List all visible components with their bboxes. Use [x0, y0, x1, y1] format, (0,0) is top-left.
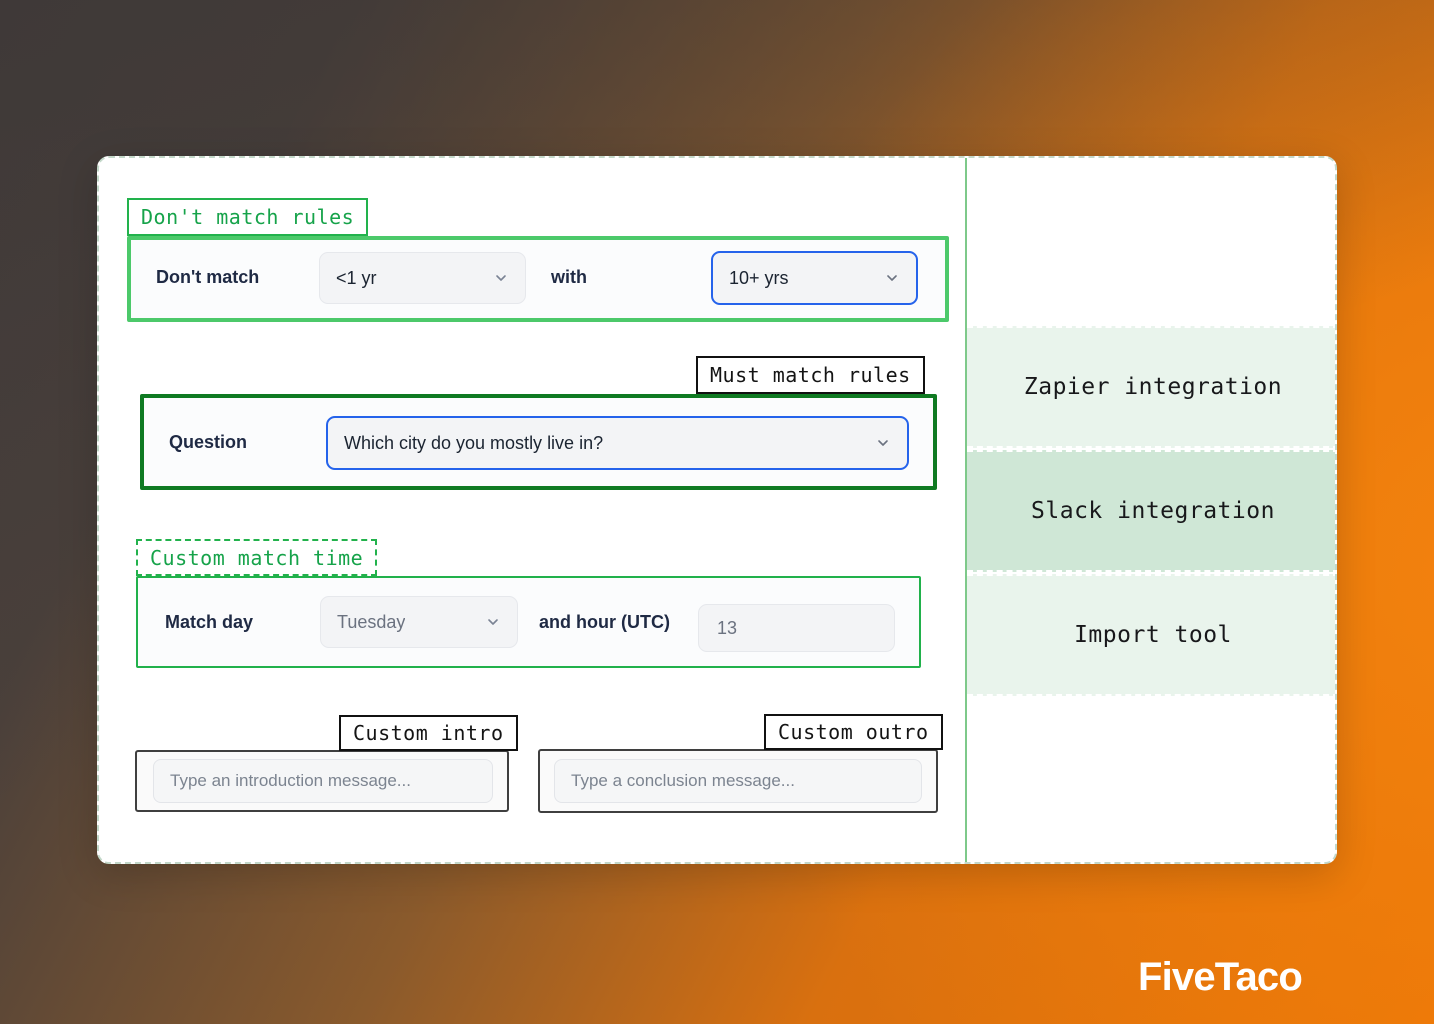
chevron-down-icon: [485, 614, 501, 630]
chevron-down-icon: [493, 270, 509, 286]
settings-card: Don't match rules Don't match <1 yr with…: [97, 156, 1337, 864]
custom-outro-placeholder: Type a conclusion message...: [571, 771, 795, 790]
panel-item-slack-integration[interactable]: Slack integration: [967, 450, 1335, 572]
dont-match-right-select-value: 10+ yrs: [729, 267, 789, 288]
panel-item-zapier-integration[interactable]: Zapier integration: [967, 326, 1335, 448]
card-inner: Don't match rules Don't match <1 yr with…: [99, 158, 1335, 862]
panel-item-label: Import tool: [1074, 622, 1232, 648]
question-select-value: Which city do you mostly live in?: [344, 432, 604, 453]
panel-item-import-tool[interactable]: Import tool: [967, 574, 1335, 696]
match-day-row-label: Match day: [165, 612, 254, 632]
custom-outro-label: Custom outro: [764, 714, 943, 750]
dont-match-rules-label: Don't match rules: [127, 198, 369, 236]
must-match-row-label: Question: [169, 432, 248, 452]
chevron-down-icon: [875, 435, 891, 451]
chevron-down-icon: [884, 270, 900, 286]
dont-match-right-select[interactable]: 10+ yrs: [711, 251, 918, 305]
dont-match-left-select-value: <1 yr: [336, 267, 377, 288]
custom-match-time-label: Custom match time: [136, 539, 378, 576]
custom-intro-label: Custom intro: [339, 715, 518, 751]
dont-match-left-select[interactable]: <1 yr: [319, 252, 526, 304]
hour-input[interactable]: 13: [698, 604, 895, 652]
dont-match-middle-label: with: [551, 267, 587, 287]
match-day-select[interactable]: Tuesday: [320, 596, 518, 648]
panel-item-label: Slack integration: [1031, 498, 1275, 524]
custom-intro-placeholder: Type an introduction message...: [170, 771, 411, 790]
custom-outro-input[interactable]: Type a conclusion message...: [554, 759, 922, 803]
must-match-rules-label: Must match rules: [696, 356, 925, 394]
panel-item-label: Zapier integration: [1023, 374, 1283, 400]
hour-input-value: 13: [717, 617, 738, 638]
question-select[interactable]: Which city do you mostly live in?: [326, 416, 909, 470]
hour-label: and hour (UTC): [539, 612, 670, 632]
custom-intro-input[interactable]: Type an introduction message...: [153, 759, 493, 803]
match-day-select-value: Tuesday: [337, 611, 406, 632]
dont-match-row-label: Don't match: [156, 267, 260, 287]
fivetaco-logo: FiveTaco: [1137, 955, 1303, 999]
